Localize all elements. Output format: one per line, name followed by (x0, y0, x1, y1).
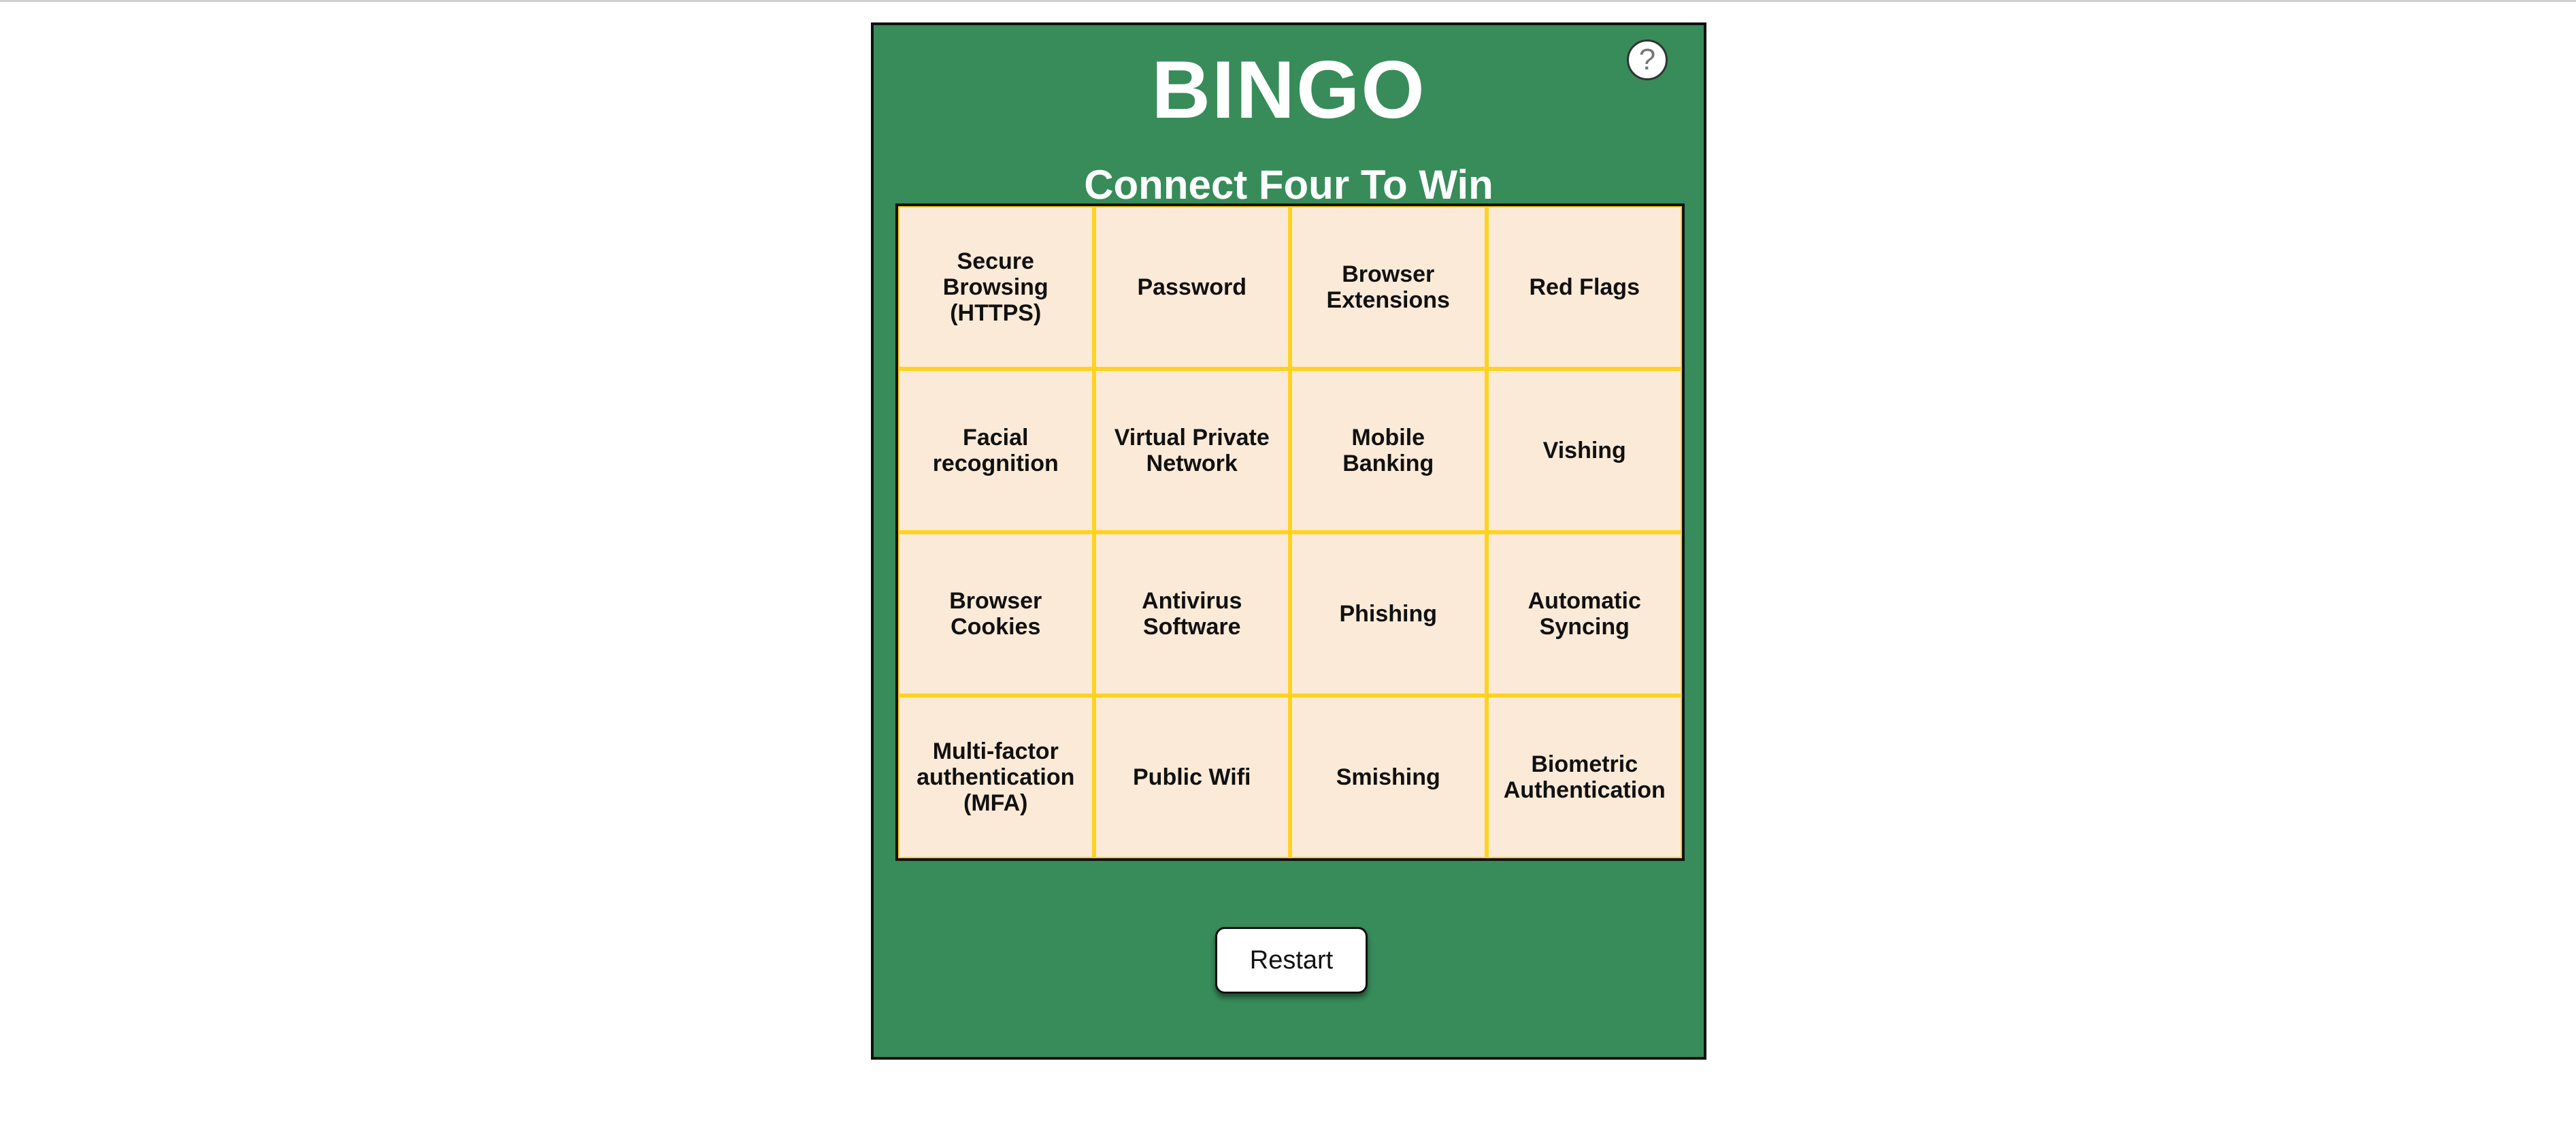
bingo-cell[interactable]: Public Wifi (1095, 698, 1288, 857)
bingo-board: BINGO ? Connect Four To Win Secure Brows… (871, 22, 1706, 1060)
question-mark-icon: ? (1638, 43, 1656, 76)
help-button[interactable]: ? (1627, 39, 1668, 80)
bingo-cell[interactable]: Automatic Syncing (1488, 534, 1681, 694)
bingo-cell[interactable]: Browser Cookies (899, 534, 1092, 694)
bingo-cell[interactable]: Phishing (1292, 534, 1485, 694)
bingo-cell[interactable]: Virtual Private Network (1095, 371, 1288, 530)
bingo-grid: Secure Browsing (HTTPS) Password Browser… (895, 203, 1685, 861)
bingo-cell[interactable]: Vishing (1488, 371, 1681, 530)
bingo-cell[interactable]: Facial recognition (899, 371, 1092, 530)
bingo-cell[interactable]: Browser Extensions (1292, 208, 1485, 367)
game-subtitle: Connect Four To Win (1084, 162, 1493, 208)
page-top-border (0, 0, 2576, 2)
bingo-cell[interactable]: Red Flags (1488, 208, 1681, 367)
bingo-cell[interactable]: Multi-factor authentication (MFA) (899, 698, 1092, 857)
restart-button[interactable]: Restart (1215, 927, 1368, 994)
bingo-cell[interactable]: Mobile Banking (1292, 371, 1485, 530)
bingo-cell[interactable]: Antivirus Software (1095, 534, 1288, 694)
bingo-cell[interactable]: Password (1095, 208, 1288, 367)
bingo-cell[interactable]: Biometric Authentication (1488, 698, 1681, 857)
bingo-cell[interactable]: Secure Browsing (HTTPS) (899, 208, 1092, 367)
game-title: BINGO (1151, 44, 1426, 135)
bingo-cell[interactable]: Smishing (1292, 698, 1485, 857)
